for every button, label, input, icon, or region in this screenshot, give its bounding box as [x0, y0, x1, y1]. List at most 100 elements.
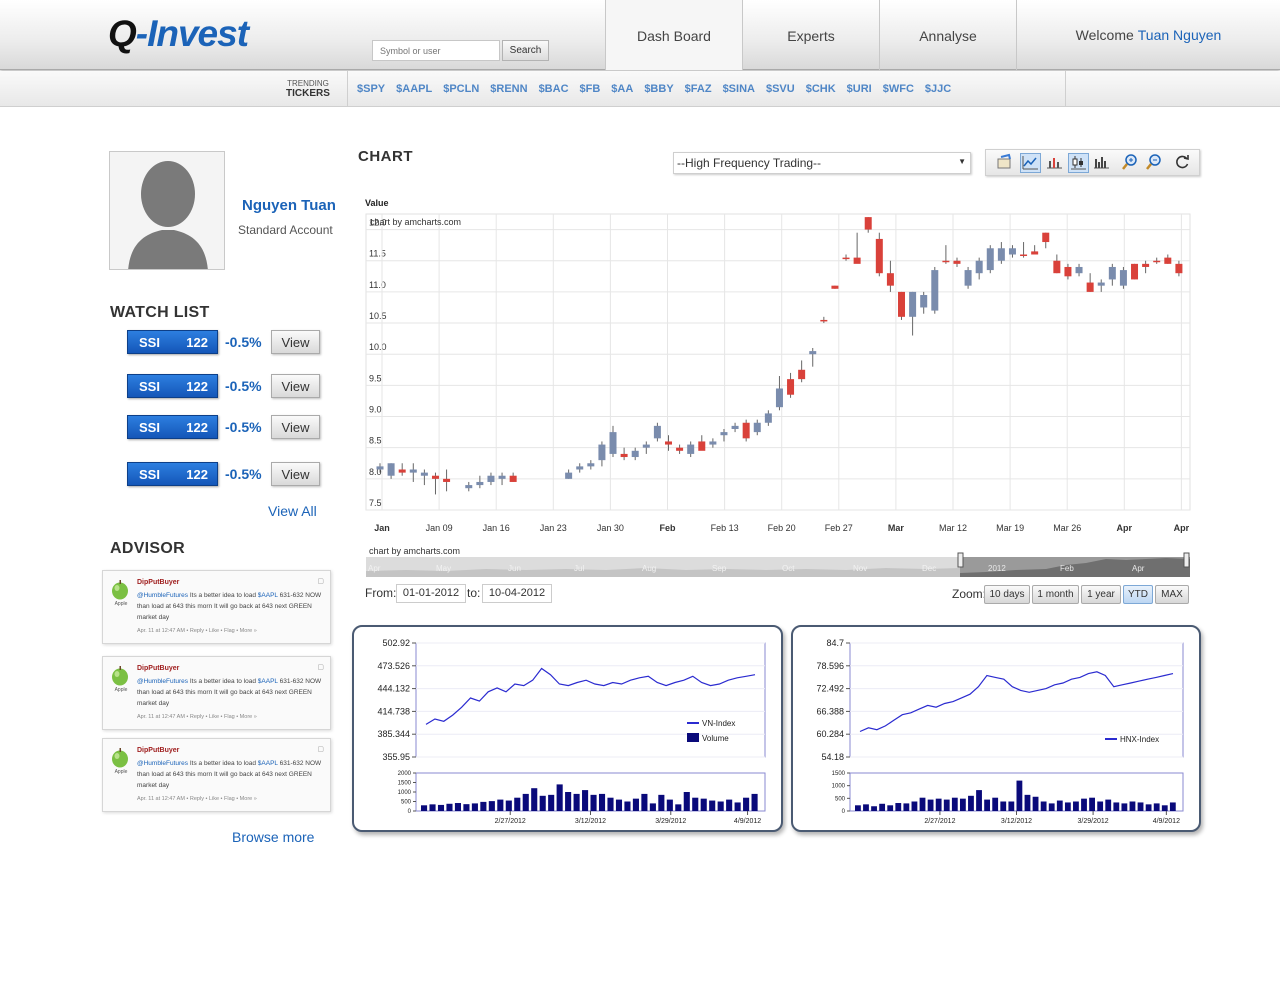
ticker-link[interactable]: $WFC: [883, 83, 914, 95]
volume-bar[interactable]: [1121, 803, 1128, 811]
volume-bar[interactable]: [887, 805, 894, 811]
ticker-link[interactable]: $BAC: [539, 83, 569, 95]
volume-bar[interactable]: [1105, 799, 1112, 811]
volume-bar[interactable]: [959, 798, 966, 811]
volume-bar[interactable]: [463, 804, 470, 811]
post-meta[interactable]: Apr. 11 at 12:47 AM • Reply • Like • Fla…: [137, 714, 257, 720]
close-icon[interactable]: ▢: [317, 745, 324, 753]
zoom-in-icon[interactable]: [1120, 153, 1141, 173]
volume-bar[interactable]: [968, 795, 974, 811]
volume-bar[interactable]: [1064, 802, 1071, 811]
ticker-link[interactable]: $AAPL: [396, 83, 432, 95]
volume-bar[interactable]: [1145, 804, 1152, 811]
avatar[interactable]: [109, 151, 225, 270]
volume-bar[interactable]: [632, 798, 639, 811]
candle[interactable]: [875, 232, 883, 277]
watchlist-chip[interactable]: SSI 122: [127, 330, 218, 354]
advisor-post[interactable]: Apple DipPutBuyer ▢ @HumbleFutures Its a…: [102, 570, 331, 644]
search-button[interactable]: Search: [502, 40, 549, 61]
advisor-post[interactable]: Apple DipPutBuyer ▢ @HumbleFutures Its a…: [102, 738, 331, 812]
volume-bar[interactable]: [505, 800, 512, 811]
volume-bar[interactable]: [437, 804, 445, 811]
volume-bar[interactable]: [976, 790, 982, 811]
watchlist-chip[interactable]: SSI 122: [127, 462, 218, 486]
volume-bar[interactable]: [1016, 780, 1023, 811]
volume-bar[interactable]: [1169, 802, 1176, 811]
ticker-link[interactable]: $URI: [847, 83, 872, 95]
volume-bar[interactable]: [895, 803, 902, 811]
volume-bar[interactable]: [1073, 801, 1079, 812]
volume-bar[interactable]: [429, 804, 436, 811]
ticker-link[interactable]: $FB: [580, 83, 601, 95]
volume-bar[interactable]: [454, 803, 462, 811]
tab-dashboard[interactable]: Dash Board: [605, 0, 742, 70]
watchlist-view-button[interactable]: View: [271, 415, 320, 439]
zoom-1-month-button[interactable]: 1 month: [1032, 585, 1079, 604]
to-date-input[interactable]: 10-04-2012: [482, 584, 552, 603]
hnx-index-chart[interactable]: 84.7 78.596 72.492 66.388 60.284 54.18 HNX-Ind…: [793, 627, 1199, 830]
volume-bar[interactable]: [1137, 802, 1144, 811]
volume-bar[interactable]: [1089, 797, 1095, 811]
view-all-link[interactable]: View All: [268, 503, 317, 519]
candle[interactable]: [742, 419, 750, 442]
volume-bar[interactable]: [1153, 803, 1160, 811]
volume-bar[interactable]: [607, 797, 614, 811]
volume-bar[interactable]: [624, 801, 631, 812]
browse-more-link[interactable]: Browse more: [232, 829, 314, 845]
ticker-link[interactable]: $BBY: [644, 83, 673, 95]
volume-bar[interactable]: [992, 797, 999, 811]
volume-bar[interactable]: [471, 803, 478, 811]
zoom-1-year-button[interactable]: 1 year: [1081, 585, 1121, 604]
volume-bar[interactable]: [582, 790, 589, 811]
volume-bar[interactable]: [1097, 801, 1104, 812]
ticker-link[interactable]: $FAZ: [685, 83, 712, 95]
ticker-link[interactable]: $SVU: [766, 83, 795, 95]
mention-link[interactable]: @HumbleFutures: [137, 760, 188, 767]
volume-bar[interactable]: [598, 793, 606, 811]
advisor-post[interactable]: Apple DipPutBuyer ▢ @HumbleFutures Its a…: [102, 656, 331, 730]
volume-bar[interactable]: [548, 794, 555, 811]
candle[interactable]: [931, 266, 939, 314]
zoom-out-icon[interactable]: [1144, 153, 1165, 173]
logo[interactable]: Q-Invest: [108, 13, 249, 55]
mention-link[interactable]: @HumbleFutures: [137, 592, 188, 599]
volume-bar[interactable]: [488, 801, 495, 811]
watchlist-view-button[interactable]: View: [271, 374, 320, 398]
volume-bar[interactable]: [935, 798, 942, 811]
volume-bar[interactable]: [1024, 794, 1031, 811]
volume-bar[interactable]: [565, 792, 572, 811]
volume-bar[interactable]: [480, 801, 487, 811]
volume-bar[interactable]: [1000, 801, 1007, 812]
ticker-link[interactable]: $SPY: [357, 83, 385, 95]
candle[interactable]: [986, 245, 994, 274]
vn-index-chart[interactable]: 502.92 473.526 444.132 414.738 385.344 355.95…: [354, 627, 781, 830]
ticker-link[interactable]: $RENN: [490, 83, 527, 95]
volume-bar[interactable]: [700, 798, 707, 811]
volume-bar[interactable]: [743, 797, 750, 811]
volume-bar[interactable]: [1040, 801, 1047, 812]
candle[interactable]: [964, 266, 972, 289]
ticker-mention[interactable]: $AAPL: [258, 760, 278, 767]
refresh-icon[interactable]: [1172, 153, 1193, 173]
candlestick-chart[interactable]: 7.58.08.59.09.510.010.511.011.512.0Jan Ja…: [358, 190, 1194, 540]
volume-bar[interactable]: [683, 792, 690, 811]
volume-bar[interactable]: [539, 795, 546, 811]
volume-bar[interactable]: [1032, 796, 1039, 811]
volume-bar[interactable]: [1008, 801, 1015, 812]
line-chart-icon[interactable]: [1020, 153, 1041, 173]
candle[interactable]: [1119, 266, 1127, 289]
volume-bar[interactable]: [927, 799, 934, 811]
scroller-left-handle[interactable]: [957, 552, 964, 568]
volume-bar[interactable]: [421, 805, 428, 811]
volume-bar[interactable]: [573, 793, 580, 811]
close-icon[interactable]: ▢: [317, 663, 324, 671]
volume-bar[interactable]: [717, 801, 724, 812]
candle[interactable]: [1131, 263, 1139, 280]
candle[interactable]: [898, 291, 906, 320]
ticker-link[interactable]: $PCLN: [443, 83, 479, 95]
search-input[interactable]: [372, 40, 500, 61]
candlestick-icon[interactable]: [1068, 153, 1089, 173]
column-chart-icon[interactable]: [1044, 153, 1065, 173]
tab-experts[interactable]: Experts: [742, 0, 879, 70]
volume-bar[interactable]: [1081, 798, 1087, 811]
